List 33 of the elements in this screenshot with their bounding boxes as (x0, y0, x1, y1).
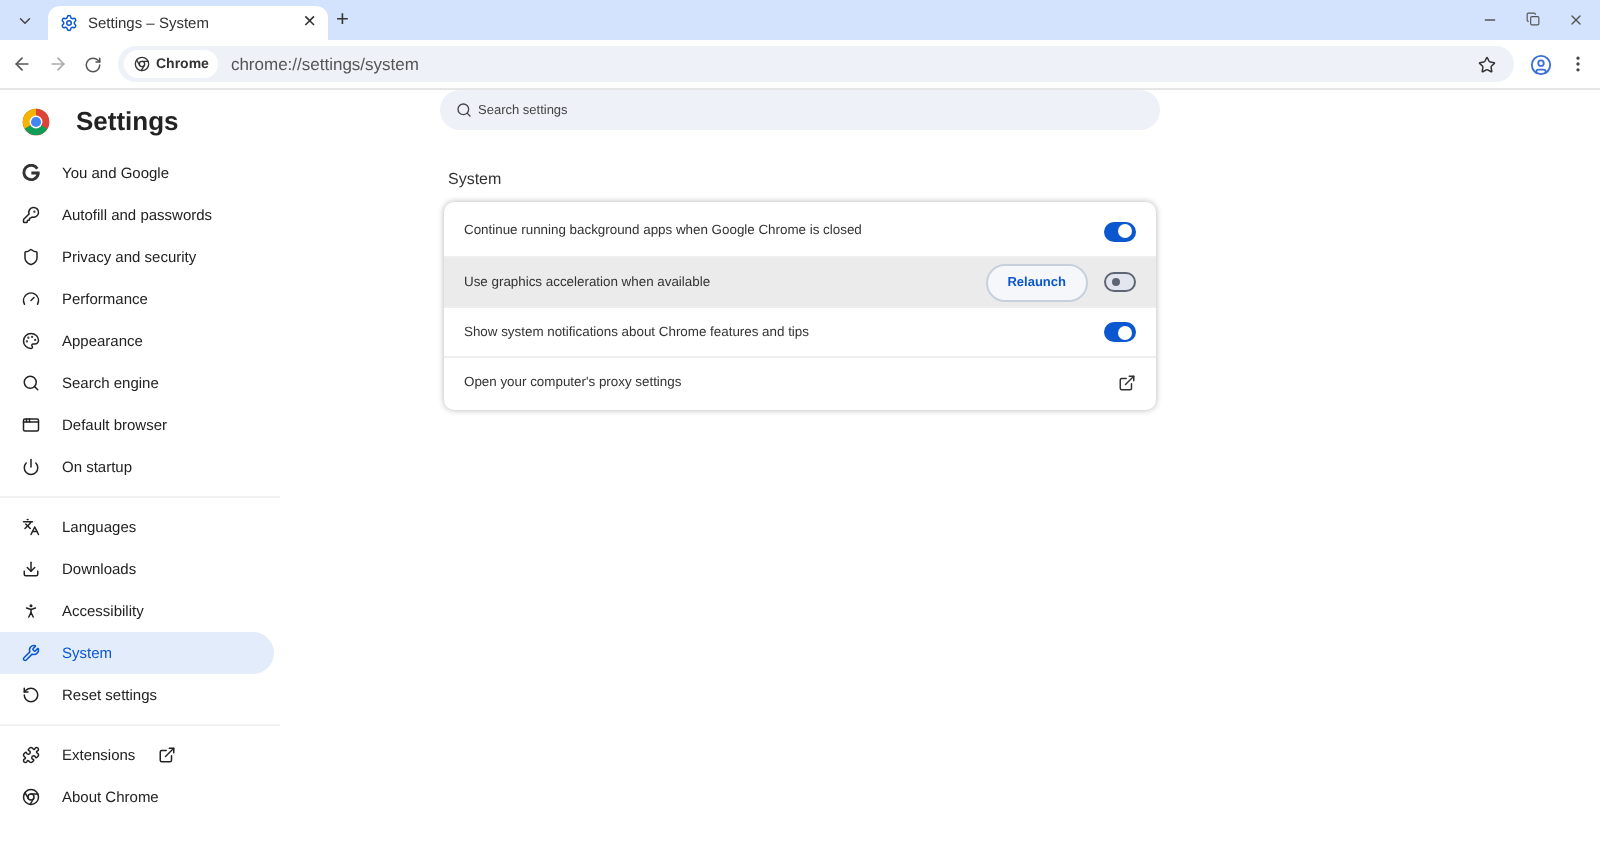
person-icon (22, 602, 40, 620)
section-title: System (448, 170, 504, 188)
reset-icon (22, 686, 40, 704)
reload-icon[interactable] (84, 55, 102, 73)
toggle-switch[interactable] (1104, 272, 1136, 292)
window-icon (22, 416, 40, 434)
chrome-logo-icon (22, 107, 50, 135)
chrome-icon (134, 56, 150, 72)
download-icon (22, 560, 40, 578)
gauge-icon (22, 290, 40, 308)
close-tab-button[interactable]: × (303, 12, 316, 34)
back-icon[interactable] (12, 54, 32, 74)
page-title: Settings (76, 106, 179, 136)
toggle-switch[interactable] (1104, 322, 1136, 342)
restore-icon[interactable] (1526, 12, 1540, 26)
translate-icon (22, 518, 40, 536)
settings-icon (60, 14, 78, 32)
external-link-icon[interactable] (1118, 373, 1136, 391)
google-g-icon (22, 164, 40, 182)
toggle-switch[interactable] (1104, 221, 1136, 241)
close-icon[interactable] (1568, 12, 1584, 28)
url-text: chrome://settings/system (230, 54, 421, 74)
chrome-icon (22, 788, 40, 806)
key-icon (22, 206, 40, 224)
wrench-icon (22, 644, 40, 662)
new-tab-button[interactable]: + (336, 9, 349, 31)
palette-icon (22, 332, 40, 350)
puzzle-icon (22, 746, 40, 764)
power-icon (22, 458, 40, 476)
shield-icon (22, 248, 40, 266)
search-icon (22, 374, 40, 392)
star-icon[interactable] (1478, 55, 1496, 73)
profile-icon[interactable] (1530, 53, 1552, 75)
